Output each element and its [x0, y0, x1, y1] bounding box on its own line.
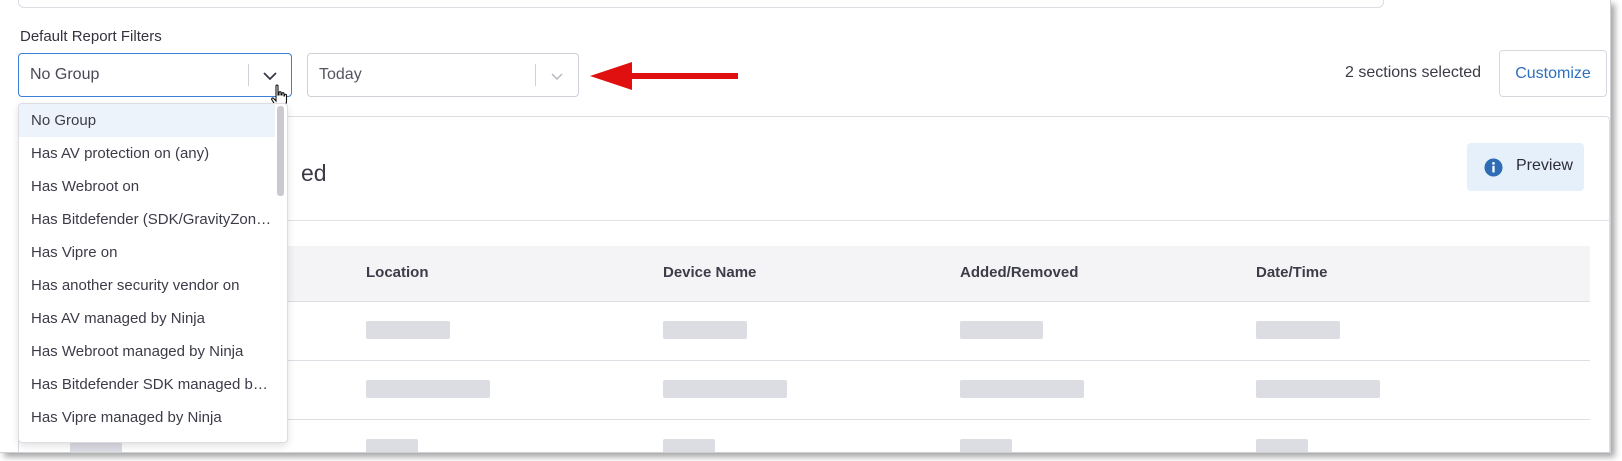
report-settings-panel: Default Report Filters No Group Today 2 …	[0, 0, 1611, 453]
chevron-down-icon[interactable]	[262, 68, 278, 84]
preview-label: Preview	[1516, 157, 1573, 174]
dropdown-option-av-protection-any[interactable]: Has AV protection on (any)	[19, 137, 275, 170]
dropdown-option-av-managed-ninja[interactable]: Has AV managed by Ninja	[19, 302, 275, 335]
date-range-select[interactable]: Today	[307, 53, 579, 97]
dropdown-option-bitdefender-managed-ninja[interactable]: Has Bitdefender SDK managed by Ninja	[19, 368, 275, 401]
loading-placeholder	[960, 439, 1012, 452]
top-input-edge	[18, 0, 1384, 8]
loading-placeholder	[960, 321, 1043, 339]
column-header-added-removed: Added/Removed	[960, 264, 1079, 281]
group-select-value: No Group	[30, 66, 100, 83]
dropdown-option-vipre-managed-ninja[interactable]: Has Vipre managed by Ninja	[19, 401, 275, 434]
default-report-filters-label: Default Report Filters	[20, 28, 162, 45]
table-header-row: Location Device Name Added/Removed Date/…	[70, 246, 1590, 302]
info-icon	[1484, 158, 1503, 177]
group-select[interactable]: No Group	[18, 53, 292, 97]
dropdown-option-webroot-on[interactable]: Has Webroot on	[19, 170, 275, 203]
loading-placeholder	[663, 439, 715, 452]
column-header-location: Location	[366, 264, 429, 281]
loading-placeholder	[366, 380, 490, 398]
loading-placeholder	[1256, 380, 1380, 398]
group-dropdown-menu: No Group Has AV protection on (any) Has …	[18, 103, 288, 443]
preview-button[interactable]: Preview	[1467, 143, 1584, 191]
dropdown-option-webroot-managed-ninja[interactable]: Has Webroot managed by Ninja	[19, 335, 275, 368]
section-title: ed	[301, 160, 327, 186]
loading-placeholder	[366, 321, 450, 339]
loading-placeholder	[960, 380, 1084, 398]
dropdown-option-other-vendor-on[interactable]: Has another security vendor on	[19, 269, 275, 302]
loading-placeholder	[1256, 321, 1340, 339]
table-row	[70, 302, 1590, 361]
dropdown-option-bitdefender-on[interactable]: Has Bitdefender (SDK/GravityZone) on	[19, 203, 275, 236]
column-header-date-time: Date/Time	[1256, 264, 1328, 281]
dropdown-scrollbar[interactable]	[277, 106, 284, 196]
report-table: Location Device Name Added/Removed Date/…	[70, 246, 1590, 452]
sections-selected-count: 2 sections selected	[1345, 64, 1482, 81]
date-range-value: Today	[319, 66, 362, 83]
customize-button[interactable]: Customize	[1499, 50, 1607, 97]
loading-placeholder	[1256, 439, 1308, 452]
table-row	[70, 361, 1590, 420]
loading-placeholder	[366, 439, 418, 452]
dropdown-option-no-group[interactable]: No Group	[19, 104, 275, 137]
dropdown-option-vipre-on[interactable]: Has Vipre on	[19, 236, 275, 269]
red-arrow-annotation-icon	[590, 62, 738, 90]
column-header-device-name: Device Name	[663, 264, 757, 281]
loading-placeholder	[663, 380, 787, 398]
select-separator	[535, 64, 536, 86]
select-separator	[248, 64, 249, 86]
loading-placeholder	[663, 321, 747, 339]
table-row	[70, 420, 1590, 452]
chevron-down-icon[interactable]	[549, 68, 565, 84]
